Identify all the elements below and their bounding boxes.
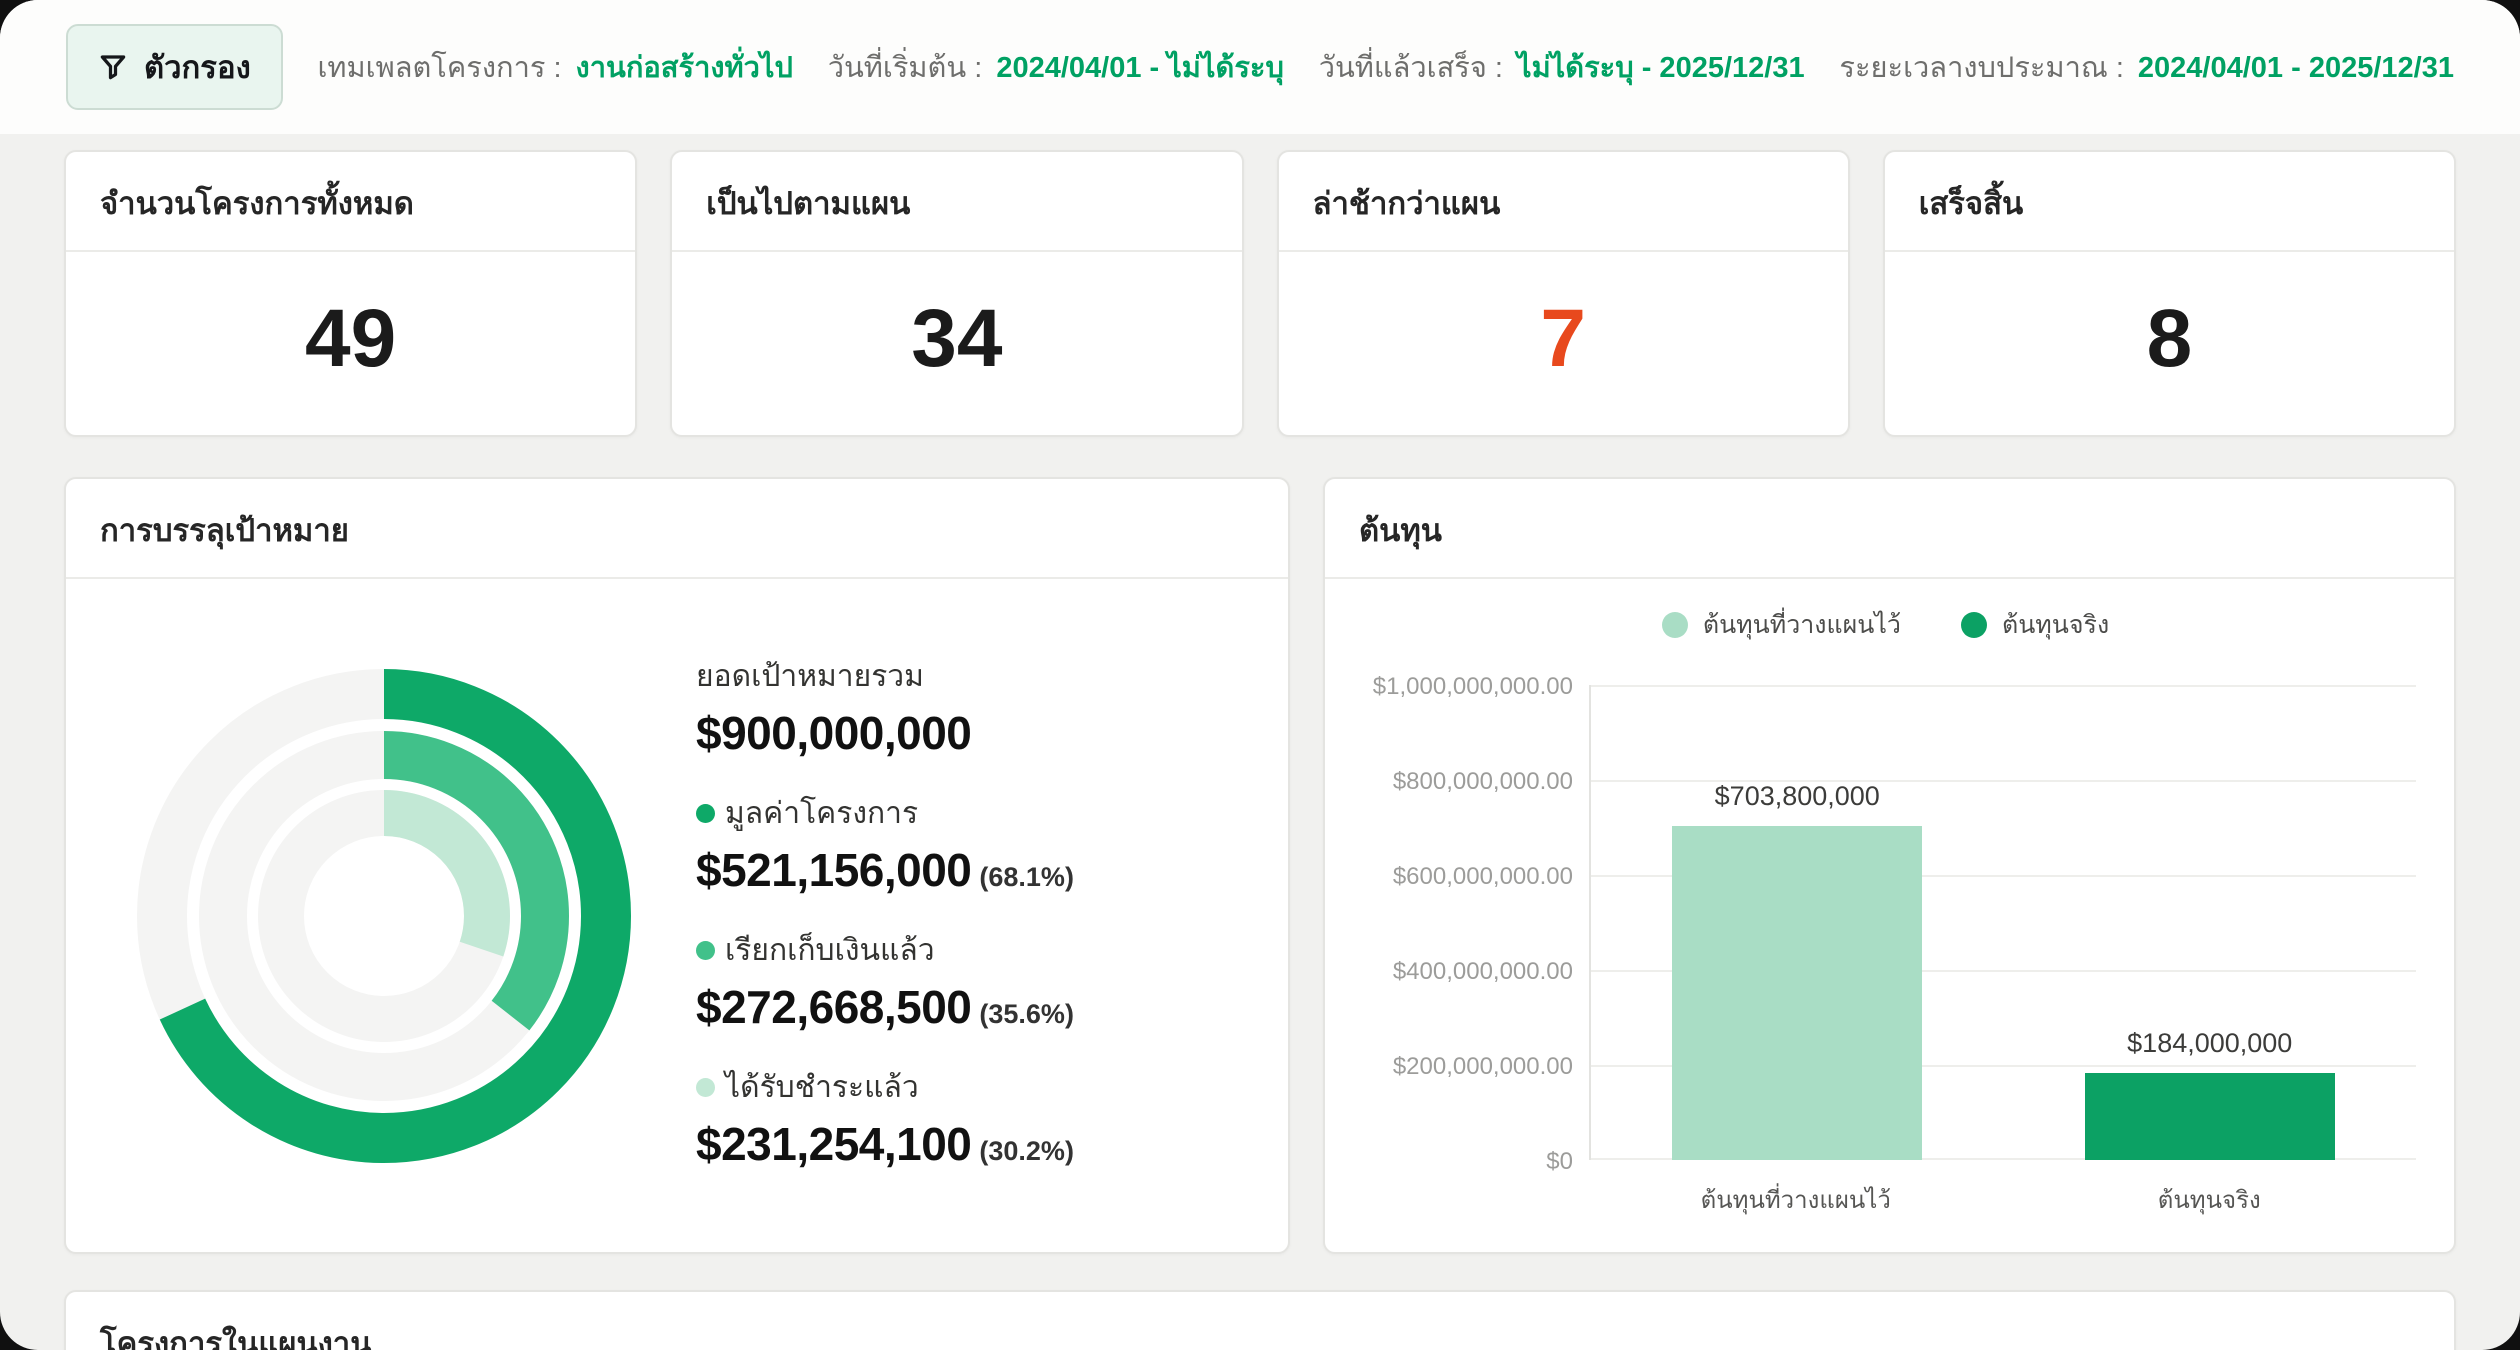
stat-card-title: เป็นไปตามแผน [672, 152, 1241, 252]
filter-value: ไม่ได้ระบุ - 2025/12/31 [1517, 44, 1805, 90]
stat-card-completed: เสร็จสิ้น 8 [1883, 150, 2456, 437]
dashboard-page: ตัวกรอง เทมเพลตโครงการ : งานก่อสร้างทั่ว… [0, 0, 2520, 1350]
legend-dot-icon [696, 941, 715, 960]
filter-item-budget-period: ระยะเวลางบประมาณ : 2024/04/01 - 2025/12/… [1839, 44, 2454, 90]
cost-card: ต้นทุน ต้นทุนที่วางแผนไว้ ต้นทุนจริง [1323, 477, 2456, 1254]
x-tick-planned: ต้นทุนที่วางแผนไว้ [1589, 1180, 2003, 1219]
cost-card-content: ต้นทุนที่วางแผนไว้ ต้นทุนจริง $1,000,000… [1325, 579, 2454, 1252]
goal-legend-item-invoiced: เรียกเก็บเงินแล้ว $272,668,500 (35.6%) [696, 927, 1074, 1034]
filter-item-template: เทมเพลตโครงการ : งานก่อสร้างทั่วไป [318, 44, 793, 90]
y-tick: $200,000,000.00 [1393, 1053, 1573, 1081]
filter-value: งานก่อสร้างทั่วไป [576, 44, 793, 90]
x-tick-actual: ต้นทุนจริง [2003, 1180, 2417, 1219]
filter-bar: ตัวกรอง เทมเพลตโครงการ : งานก่อสร้างทั่ว… [0, 0, 2520, 134]
goal-legend-percent: (30.2%) [979, 1136, 1074, 1166]
charts-row: การบรรลุเป้าหมาย [64, 477, 2456, 1254]
filter-label: วันที่แล้วเสร็จ : [1319, 44, 1503, 90]
goal-legend-label: เรียกเก็บเงินแล้ว [725, 927, 935, 974]
goal-legend-item-paid: ได้รับชำระแล้ว $231,254,100 (30.2%) [696, 1064, 1074, 1171]
y-tick: $600,000,000.00 [1393, 863, 1573, 891]
goal-legend-percent: (35.6%) [979, 999, 1074, 1029]
stat-card-total-projects: จำนวนโครงการทั้งหมด 49 [64, 150, 637, 437]
stat-card-value: 8 [1885, 252, 2454, 435]
filter-value: 2024/04/01 - ไม่ได้ระบุ [996, 44, 1284, 90]
projects-in-plan-card: โครงการในแผนงาน 101 [64, 1290, 2456, 1350]
filter-button[interactable]: ตัวกรอง [66, 24, 283, 110]
y-tick: $0 [1546, 1148, 1573, 1176]
goal-legend-label: ได้รับชำระแล้ว [725, 1064, 919, 1111]
stat-card-title: ล่าช้ากว่าแผน [1279, 152, 1848, 252]
filter-item-start-date: วันที่เริ่มต้น : 2024/04/01 - ไม่ได้ระบุ [828, 44, 1284, 90]
legend-dot-icon [696, 1078, 715, 1097]
cost-bar-chart: $1,000,000,000.00 $800,000,000.00 $600,0… [1355, 685, 2416, 1219]
filter-label: เทมเพลตโครงการ : [318, 44, 562, 90]
bar-value-label: $703,800,000 [1591, 781, 2004, 812]
stat-card-value: 49 [66, 252, 635, 435]
goal-legend-item-project-value: มูลค่าโครงการ $521,156,000 (68.1%) [696, 790, 1074, 897]
cost-legend-item-actual[interactable]: ต้นทุนจริง [1961, 605, 2109, 645]
stat-card-row: จำนวนโครงการทั้งหมด 49 เป็นไปตามแผน 34 ล… [64, 150, 2456, 437]
filter-label: ระยะเวลางบประมาณ : [1839, 44, 2124, 90]
cost-legend-label: ต้นทุนจริง [2002, 605, 2109, 645]
stat-card-value: 7 [1279, 252, 1848, 435]
cost-legend-item-planned[interactable]: ต้นทุนที่วางแผนไว้ [1662, 605, 1901, 645]
goal-legend: ยอดเป้าหมายรวม $900,000,000 มูลค่าโครงกา… [696, 653, 1074, 1171]
bar-value-label: $184,000,000 [2004, 1028, 2417, 1059]
y-axis-labels: $1,000,000,000.00 $800,000,000.00 $600,0… [1355, 685, 1573, 1160]
stat-card-on-plan: เป็นไปตามแผน 34 [670, 150, 1243, 437]
goal-legend-value: $521,156,000 [696, 844, 971, 896]
stat-card-title: เสร็จสิ้น [1885, 152, 2454, 252]
goal-achievement-card: การบรรลุเป้าหมาย [64, 477, 1290, 1254]
goal-legend-value: $231,254,100 [696, 1118, 971, 1170]
goal-card-title: การบรรลุเป้าหมาย [66, 479, 1288, 579]
projects-in-plan-title: โครงการในแผนงาน [66, 1292, 2454, 1350]
filter-button-label: ตัวกรอง [144, 42, 251, 92]
stat-card-value: 34 [672, 252, 1241, 435]
cost-legend: ต้นทุนที่วางแผนไว้ ต้นทุนจริง [1355, 605, 2416, 645]
cost-card-title: ต้นทุน [1325, 479, 2454, 579]
goal-legend-label: มูลค่าโครงการ [725, 790, 918, 837]
goal-card-content: ยอดเป้าหมายรวม $900,000,000 มูลค่าโครงกา… [66, 579, 1288, 1252]
legend-dot-icon [696, 804, 715, 823]
legend-dot-icon [1961, 612, 1987, 638]
stat-card-delayed: ล่าช้ากว่าแผน 7 [1277, 150, 1850, 437]
cost-legend-label: ต้นทุนที่วางแผนไว้ [1703, 605, 1901, 645]
legend-dot-icon [1662, 612, 1688, 638]
x-axis-labels: ต้นทุนที่วางแผนไว้ ต้นทุนจริง [1589, 1180, 2416, 1219]
filter-value: 2024/04/01 - 2025/12/31 [2138, 52, 2454, 85]
plot-area: $703,800,000 $184,000,000 [1589, 685, 2416, 1160]
bar-actual-cost[interactable] [2085, 1073, 2335, 1160]
funnel-icon [98, 52, 128, 82]
y-tick: $1,000,000,000.00 [1373, 673, 1573, 701]
goal-total-value: $900,000,000 [696, 706, 1074, 760]
bar-planned-cost[interactable] [1672, 826, 1922, 1160]
filter-label: วันที่เริ่มต้น : [828, 44, 983, 90]
goal-total-block: ยอดเป้าหมายรวม $900,000,000 [696, 653, 1074, 760]
stat-card-title: จำนวนโครงการทั้งหมด [66, 152, 635, 252]
y-tick: $800,000,000.00 [1393, 768, 1573, 796]
y-tick: $400,000,000.00 [1393, 958, 1573, 986]
dashboard-content: จำนวนโครงการทั้งหมด 49 เป็นไปตามแผน 34 ล… [0, 134, 2520, 1350]
goal-legend-value: $272,668,500 [696, 981, 971, 1033]
goal-total-label: ยอดเป้าหมายรวม [696, 653, 1074, 700]
goal-donut-chart [134, 666, 634, 1166]
filter-item-finish-date: วันที่แล้วเสร็จ : ไม่ได้ระบุ - 2025/12/3… [1319, 44, 1805, 90]
goal-legend-percent: (68.1%) [979, 862, 1074, 892]
